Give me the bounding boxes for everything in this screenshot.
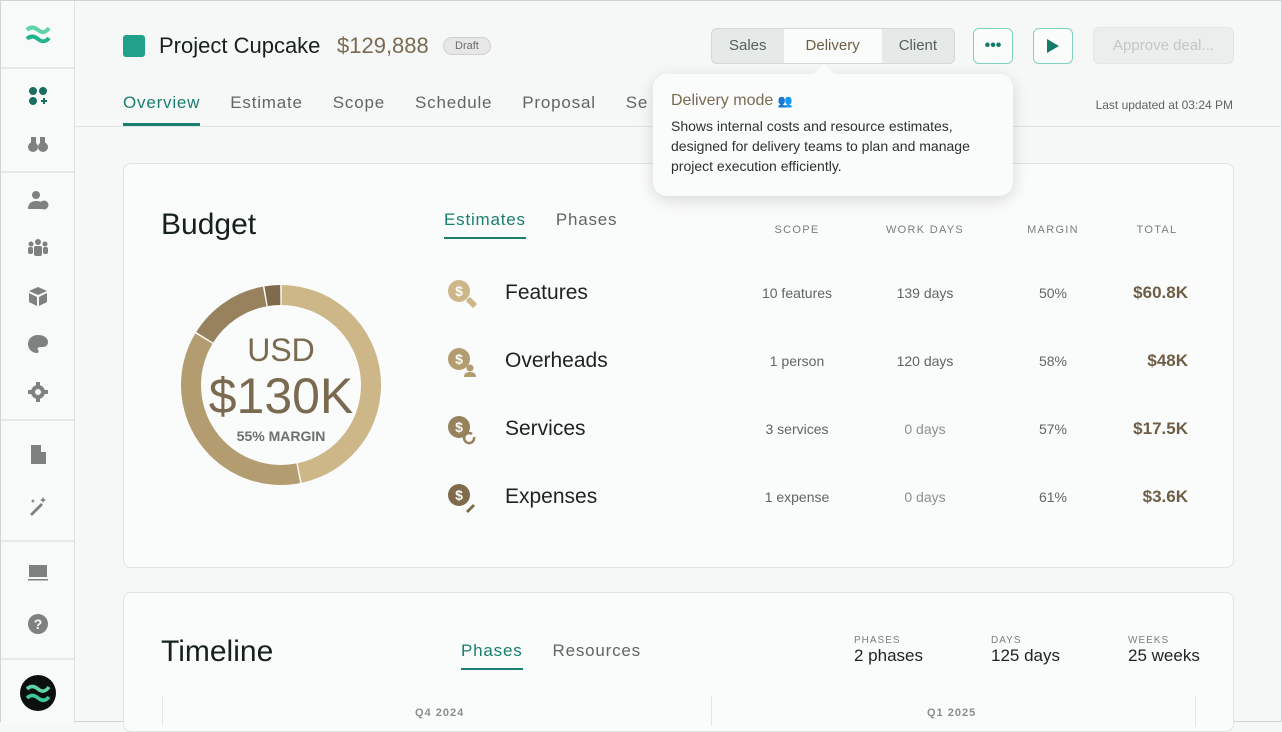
timeline-card: Timeline Phases Resources PHASES 2 phases… bbox=[123, 592, 1234, 732]
col-scope: SCOPE bbox=[774, 224, 820, 236]
row-total: $60.8K bbox=[1133, 283, 1188, 302]
tab-phases[interactable]: Phases bbox=[556, 210, 618, 239]
svg-text:$: $ bbox=[455, 487, 463, 503]
building-icon[interactable] bbox=[1, 426, 74, 482]
team-icon[interactable] bbox=[1, 224, 74, 272]
apps-icon[interactable] bbox=[1, 72, 74, 120]
help-icon[interactable]: ? bbox=[1, 596, 74, 652]
tab-scope[interactable]: Scope bbox=[333, 93, 385, 126]
budget-row-features[interactable]: $ Features 10 features 139 days 50% $60.… bbox=[444, 275, 1204, 315]
mode-client[interactable]: Client bbox=[882, 29, 954, 63]
sidebar: ? bbox=[1, 1, 75, 723]
binoculars-icon[interactable] bbox=[1, 120, 74, 168]
main-tabs: Overview Estimate Scope Schedule Proposa… bbox=[123, 93, 648, 126]
row-margin: 58% bbox=[1038, 353, 1068, 369]
row-margin: 61% bbox=[1038, 489, 1068, 505]
svg-text:$: $ bbox=[455, 419, 463, 435]
row-scope: 1 person bbox=[769, 353, 825, 369]
row-scope: 10 features bbox=[761, 285, 833, 301]
tab-schedule[interactable]: Schedule bbox=[415, 93, 492, 126]
row-margin: 50% bbox=[1038, 285, 1068, 301]
dollar-services-icon: $ bbox=[448, 416, 476, 445]
row-days: 139 days bbox=[896, 285, 954, 301]
mode-delivery[interactable]: Delivery bbox=[783, 29, 882, 63]
tooltip-body: Shows internal costs and resource estima… bbox=[671, 118, 970, 174]
play-icon bbox=[1047, 39, 1059, 53]
app-logo[interactable] bbox=[1, 1, 74, 69]
ellipsis-icon: ••• bbox=[984, 37, 1002, 54]
donut-currency: USD bbox=[247, 332, 315, 368]
dollar-expenses-icon: $ bbox=[448, 484, 475, 513]
user-dollar-icon[interactable] bbox=[1, 176, 74, 224]
play-button[interactable] bbox=[1033, 28, 1073, 64]
delivery-mode-tooltip: Delivery mode 👥 Shows internal costs and… bbox=[653, 74, 1013, 196]
col-total: TOTAL bbox=[1136, 224, 1178, 236]
donut-segment-expenses bbox=[264, 285, 281, 307]
approve-deal-button[interactable]: Approve deal... bbox=[1093, 27, 1234, 64]
row-days: 0 days bbox=[904, 489, 946, 505]
budget-row-services[interactable]: $ Services 3 services 0 days 57% $17.5K bbox=[444, 411, 1204, 451]
tab-truncated[interactable]: Se bbox=[626, 93, 648, 126]
tab-overview[interactable]: Overview bbox=[123, 93, 201, 126]
row-days: 120 days bbox=[896, 353, 954, 369]
budget-card: Budget USD $130K 55% MARGIN Estimates Ph… bbox=[123, 163, 1234, 568]
row-days: 0 days bbox=[904, 421, 946, 437]
row-total: $48K bbox=[1147, 351, 1188, 370]
timeline-tabs: Phases Resources bbox=[461, 641, 641, 670]
svg-text:$: $ bbox=[455, 351, 463, 367]
row-total: $17.5K bbox=[1133, 419, 1188, 438]
col-work-days: WORK DAYS bbox=[885, 224, 965, 236]
quarter-label: Q1 2025 bbox=[927, 707, 977, 719]
project-price: $129,888 bbox=[337, 33, 429, 58]
budget-title: Budget bbox=[161, 208, 257, 241]
box-icon[interactable] bbox=[1, 272, 74, 320]
budget-row-expenses[interactable]: $ Expenses 1 expense 0 days 61% $3.6K bbox=[444, 479, 1204, 519]
stat-days: DAYS 125 days bbox=[991, 635, 1060, 665]
row-total: $3.6K bbox=[1142, 487, 1188, 506]
row-scope: 1 expense bbox=[764, 489, 830, 505]
stat-phases: PHASES 2 phases bbox=[854, 635, 923, 665]
gear-icon[interactable] bbox=[1, 368, 74, 416]
team-icon: 👥 bbox=[777, 94, 793, 108]
mode-switcher: Sales Delivery Client bbox=[711, 28, 956, 64]
laptop-icon[interactable] bbox=[1, 548, 74, 596]
cake-icon bbox=[123, 35, 145, 57]
budget-row-overheads[interactable]: $ Overheads 1 person 120 days 58% $48K bbox=[444, 343, 1204, 383]
dollar-overheads-icon: $ bbox=[448, 348, 476, 377]
palette-icon[interactable] bbox=[1, 320, 74, 368]
tab-estimate[interactable]: Estimate bbox=[230, 93, 303, 126]
donut-total: $130K bbox=[208, 368, 354, 424]
col-margin: MARGIN bbox=[1027, 224, 1079, 236]
stat-weeks: WEEKS 25 weeks bbox=[1128, 635, 1200, 665]
timeline-title: Timeline bbox=[161, 635, 274, 668]
row-name: Features bbox=[505, 281, 588, 304]
magic-wand-icon[interactable] bbox=[1, 482, 74, 530]
row-name: Overheads bbox=[505, 349, 608, 372]
budget-tabs: Estimates Phases bbox=[444, 210, 617, 239]
svg-text:?: ? bbox=[33, 616, 42, 632]
mode-sales[interactable]: Sales bbox=[712, 29, 784, 63]
tooltip-title: Delivery mode bbox=[671, 92, 774, 109]
svg-text:$: $ bbox=[455, 283, 463, 299]
tab-proposal[interactable]: Proposal bbox=[522, 93, 596, 126]
status-badge: Draft bbox=[443, 37, 491, 55]
row-margin: 57% bbox=[1038, 421, 1068, 437]
last-updated: Last updated at 03:24 PM bbox=[1095, 98, 1233, 112]
more-button[interactable]: ••• bbox=[973, 28, 1013, 64]
row-name: Services bbox=[505, 417, 586, 440]
dollar-features-icon: $ bbox=[448, 280, 477, 309]
user-avatar[interactable] bbox=[1, 660, 74, 712]
donut-margin: 55% MARGIN bbox=[236, 428, 326, 444]
project-title: Project Cupcake bbox=[159, 33, 321, 58]
tab-estimates[interactable]: Estimates bbox=[444, 210, 526, 239]
quarter-label: Q4 2024 bbox=[415, 707, 465, 719]
tab-timeline-phases[interactable]: Phases bbox=[461, 641, 523, 670]
tab-timeline-resources[interactable]: Resources bbox=[553, 641, 641, 670]
row-scope: 3 services bbox=[765, 421, 829, 437]
row-name: Expenses bbox=[505, 485, 598, 508]
